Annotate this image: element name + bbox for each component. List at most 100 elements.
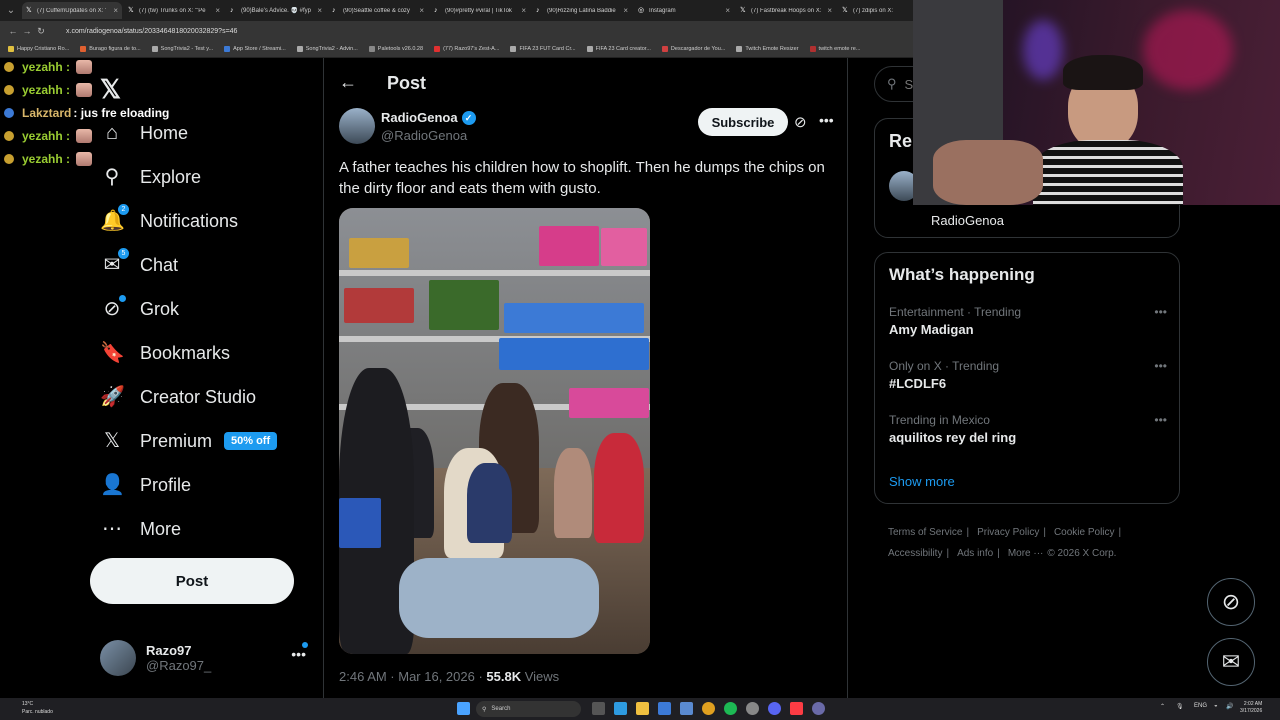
sidebar-item-creator-studio[interactable]: 🚀 Creator Studio (100, 377, 256, 417)
bookmark-item[interactable]: SongTrivia2 - Test y... (151, 46, 213, 52)
tab-close-icon[interactable]: × (215, 6, 220, 15)
reload-icon[interactable]: ↻ (34, 26, 48, 37)
chat-username: Lakztard (22, 106, 72, 120)
subscribe-button[interactable]: Subscribe (698, 108, 788, 136)
trend-item[interactable]: Entertainment · Trending Amy Madigan ••• (889, 305, 1167, 345)
trend-more-icon[interactable]: ••• (1154, 359, 1167, 373)
tab-close-icon[interactable]: × (521, 6, 526, 15)
author-avatar[interactable] (339, 108, 375, 144)
bookmark-item[interactable]: FIFA 23 FUT Card Cr... (510, 46, 576, 52)
store-icon[interactable] (658, 702, 671, 715)
notification-badge: 5 (118, 248, 129, 259)
tab-close-icon[interactable]: × (419, 6, 424, 15)
tab-close-icon[interactable]: × (827, 6, 832, 15)
chat-message: yezahh : (4, 150, 93, 168)
bookmark-item[interactable]: twitch emote re... (809, 46, 860, 52)
footer-link[interactable]: © 2026 X Corp. (1047, 548, 1116, 559)
post-timestamp[interactable]: 2:46 AM · Mar 16, 2026 · (339, 669, 486, 684)
bookmark-item[interactable]: Twitch Emote Resizer (736, 46, 799, 52)
trend-more-icon[interactable]: ••• (1154, 305, 1167, 319)
sidebar-item-grok[interactable]: ⊘ Grok (100, 289, 179, 329)
author-name[interactable]: RadioGenoa ✓ (381, 110, 476, 125)
footer-separator: | (1043, 527, 1046, 538)
bookmark-item[interactable]: Happy Cristiano Ro... (8, 46, 69, 52)
browser-tab[interactable]: 𝕏 (7) CuffemUpdates on X: ' × (22, 2, 122, 19)
back-arrow-icon[interactable]: ← (339, 72, 357, 93)
tab-close-icon[interactable]: × (113, 6, 118, 15)
grok-fab-icon[interactable]: ⊘ (1207, 578, 1255, 626)
url-field[interactable]: x.com/radiogenoa/status/2033464818020032… (66, 28, 237, 35)
tab-search-icon[interactable]: ⌄ (0, 0, 22, 21)
account-switcher[interactable]: Razo97 @Razo97_ ••• (100, 638, 310, 678)
bookmark-item[interactable]: SongTrivia2 - Advin... (296, 46, 358, 52)
sidebar-item-chat[interactable]: ✉ 5 Chat (100, 245, 178, 285)
spotify-icon[interactable] (724, 702, 737, 715)
footer-link[interactable]: Accessibility (888, 548, 942, 559)
discord-icon[interactable] (768, 702, 781, 715)
app-icon[interactable] (812, 702, 825, 715)
taskbar-clock[interactable]: 2:02 AM 3/17/2026 (1240, 701, 1262, 715)
footer-link[interactable]: Privacy Policy (977, 527, 1039, 538)
post-video[interactable] (339, 208, 650, 654)
bookmark-item[interactable]: App Store / Streami... (224, 46, 286, 52)
more-circle-icon: ⋯ (102, 518, 122, 540)
sidebar-item-profile[interactable]: 👤 Profile (100, 465, 191, 505)
browser-tab[interactable]: ♪ (90)Rizzing Latina Baddie × (532, 2, 632, 19)
grok-icon[interactable]: ⊘ (794, 113, 807, 131)
chrome-icon[interactable] (702, 702, 715, 715)
music-app-icon[interactable] (790, 702, 803, 715)
browser-tab[interactable]: ◎ Instagram × (634, 2, 734, 19)
bookmark-item[interactable]: Burago figura de to... (80, 46, 141, 52)
wifi-icon[interactable]: ◒ (1214, 703, 1218, 709)
trend-item[interactable]: Only on X · Trending #LCDLF6 ••• (889, 359, 1167, 399)
taskbar-search[interactable]: ⚲ Search (476, 701, 581, 717)
footer-link[interactable]: More ··· (1008, 548, 1044, 559)
sidebar-item-bookmarks[interactable]: 🔖 Bookmarks (100, 333, 230, 373)
tab-close-icon[interactable]: × (317, 6, 322, 15)
tray-chevron-icon[interactable]: ⌃ (1160, 703, 1165, 710)
bookmark-item[interactable]: (77) Razo97's Zest-A... (434, 46, 499, 52)
tab-close-icon[interactable]: × (623, 6, 628, 15)
account-more-icon[interactable]: ••• (291, 646, 306, 662)
bookmark-item[interactable]: Descargador de You... (661, 46, 725, 52)
tab-favicon-icon: ◎ (638, 7, 645, 14)
author-handle[interactable]: @RadioGenoa (381, 128, 467, 143)
tab-close-icon[interactable]: × (725, 6, 730, 15)
weather-widget[interactable]: 13°C Parc. nublado (22, 700, 53, 716)
file-explorer-icon[interactable] (636, 702, 649, 715)
browser-tab[interactable]: 𝕏 (7) (tw) Trunks on X: '"Pe × (124, 2, 224, 19)
back-arrow-icon[interactable]: ← (6, 26, 20, 36)
volume-icon[interactable]: 🔊 (1226, 703, 1233, 710)
browser-tab[interactable]: ♪ (90)Bale's Advice. 💀 #fyp × (226, 2, 326, 19)
edge-icon[interactable] (614, 702, 627, 715)
browser-tab[interactable]: 𝕏 (7) Fastbreak Hoops on X: × (736, 2, 836, 19)
sidebar-item-notifications[interactable]: 🔔 2 Notifications (100, 201, 238, 241)
footer-link[interactable]: Cookie Policy (1054, 527, 1115, 538)
relevant-name[interactable]: RadioGenoa (931, 213, 1004, 228)
sidebar-item-explore[interactable]: ⚲ Explore (100, 157, 201, 197)
windows-start-icon[interactable] (457, 702, 470, 715)
chat-message: yezahh : (4, 127, 93, 145)
browser-tab[interactable]: ♪ (90)Seattle coffee & cozy × (328, 2, 428, 19)
messages-fab-icon[interactable]: ✉ (1207, 638, 1255, 686)
footer-link[interactable]: Terms of Service (888, 527, 962, 538)
forward-arrow-icon[interactable]: → (20, 26, 34, 36)
more-options-icon[interactable]: ••• (819, 112, 834, 128)
x-logo-icon[interactable]: 𝕏 (100, 74, 121, 105)
tab-title: (90)Bale's Advice. 💀 #fyp (241, 8, 311, 14)
trend-more-icon[interactable]: ••• (1154, 413, 1167, 427)
sidebar-item-premium[interactable]: 𝕏 Premium 50% off (100, 421, 278, 461)
sidebar-item-more[interactable]: ⋯ More (100, 509, 181, 549)
bookmark-item[interactable]: Paletools v26.0.28 (368, 46, 423, 52)
obs-icon[interactable] (746, 702, 759, 715)
show-more-link[interactable]: Show more (889, 474, 955, 489)
language-indicator[interactable]: ENG (1194, 703, 1207, 709)
bookmark-item[interactable]: FIFA 23 Card creator... (586, 46, 651, 52)
microphone-icon[interactable]: 🎙 (1176, 703, 1184, 710)
task-view-icon[interactable] (592, 702, 605, 715)
footer-link[interactable]: Ads info (957, 548, 993, 559)
trend-item[interactable]: Trending in Mexico aquilitos rey del ring… (889, 413, 1167, 453)
mail-app-icon[interactable] (680, 702, 693, 715)
browser-tab[interactable]: ♪ (90)#pretty #viral | TikTok × (430, 2, 530, 19)
post-button[interactable]: Post (90, 558, 294, 604)
